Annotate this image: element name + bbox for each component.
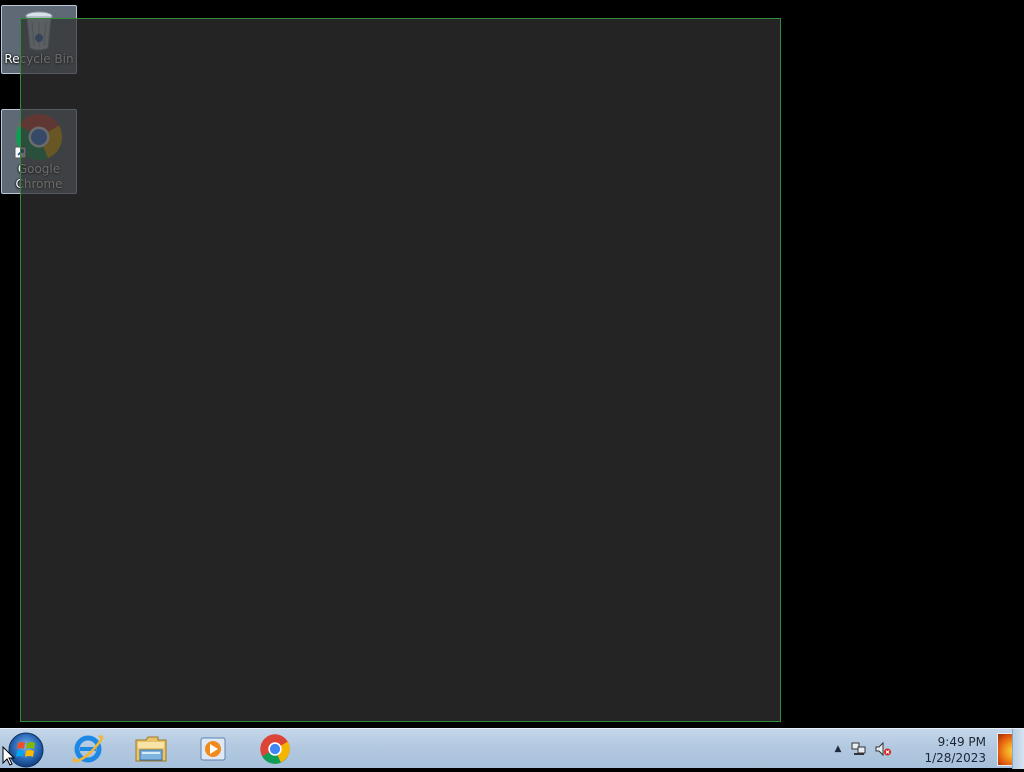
volume-muted-icon bbox=[875, 741, 891, 757]
system-tray: ▲ 9:49 PM 1/28/2023 bbox=[824, 729, 1024, 769]
windows-explorer-icon bbox=[135, 736, 167, 762]
taskbar-windows-media-player[interactable] bbox=[185, 731, 241, 767]
taskbar-windows-explorer[interactable] bbox=[123, 731, 179, 767]
internet-explorer-icon bbox=[72, 735, 104, 763]
show-hidden-icons-arrow[interactable]: ▲ bbox=[829, 741, 847, 757]
drag-selection-rectangle bbox=[20, 18, 781, 722]
taskbar-google-chrome[interactable] bbox=[247, 731, 303, 767]
taskbar-internet-explorer[interactable] bbox=[60, 731, 116, 767]
taskbar: ▲ 9:49 PM 1/28/2023 bbox=[0, 728, 1024, 769]
desktop[interactable]: Recycle Bin Google Chrome bbox=[0, 0, 1024, 728]
show-desktop-button[interactable] bbox=[1012, 729, 1024, 769]
clock-date: 1/28/2023 bbox=[924, 751, 986, 765]
network-icon[interactable] bbox=[850, 741, 868, 757]
chrome-icon bbox=[260, 734, 290, 764]
volume-muted-icon[interactable] bbox=[874, 741, 892, 757]
clock[interactable]: 9:49 PM 1/28/2023 bbox=[894, 734, 986, 766]
clock-time: 9:49 PM bbox=[937, 735, 986, 749]
windows-media-player-icon bbox=[200, 737, 226, 761]
mouse-cursor-icon bbox=[2, 746, 16, 766]
network-icon bbox=[851, 742, 866, 755]
